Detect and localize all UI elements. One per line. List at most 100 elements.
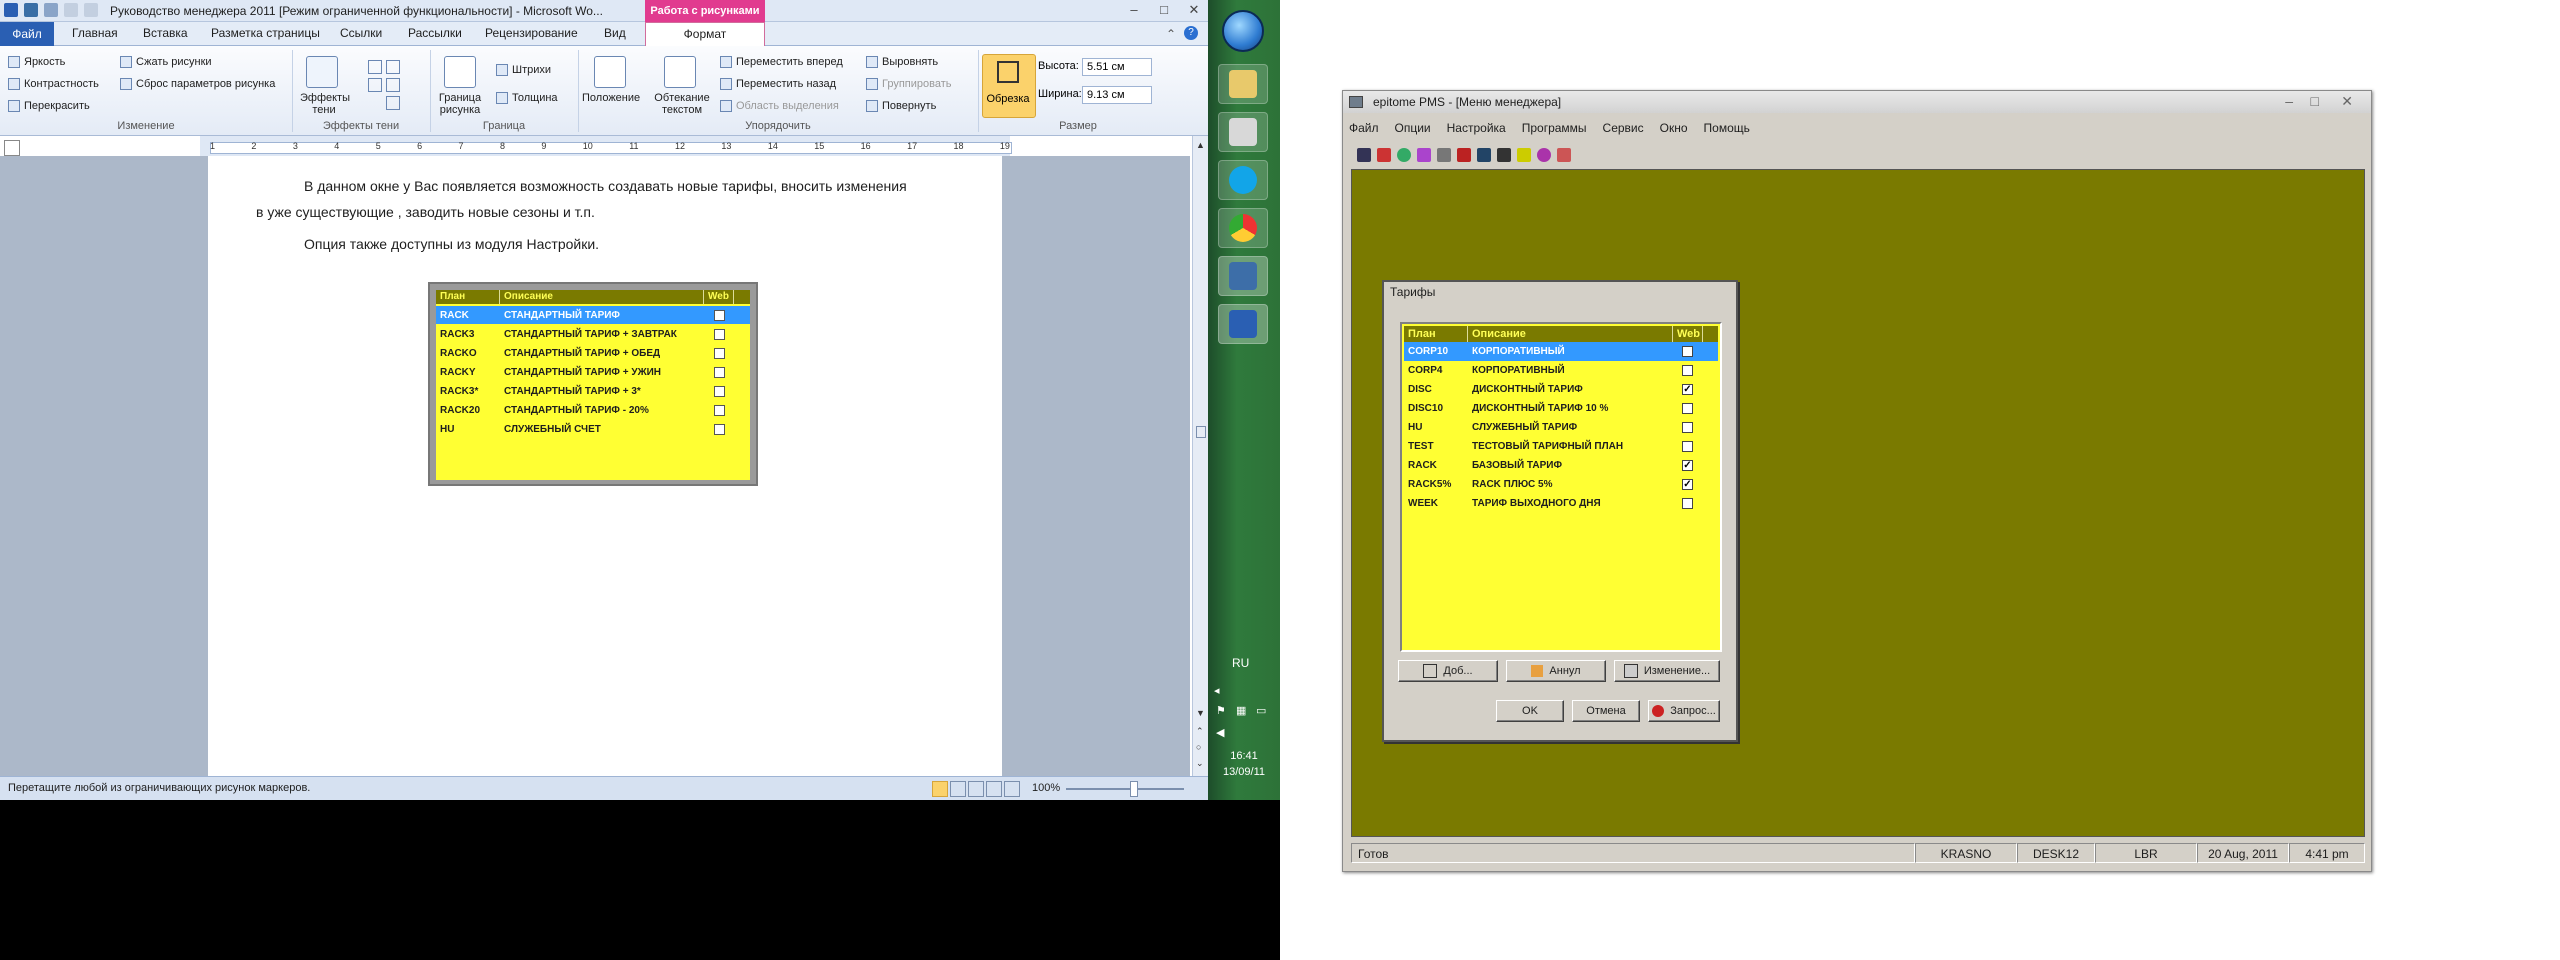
tab-format[interactable]: Формат [645, 22, 765, 46]
word-taskbar-button[interactable] [1218, 304, 1268, 344]
tab-selector[interactable] [4, 140, 20, 156]
volume-icon[interactable]: ◀ [1216, 726, 1224, 739]
text-wrap-icon[interactable] [664, 56, 696, 88]
web-checkbox[interactable] [1682, 365, 1693, 376]
web-checkbox[interactable] [1682, 498, 1693, 509]
header-description[interactable]: Описание [1468, 326, 1673, 342]
toolbar-cash-icon[interactable] [1437, 148, 1451, 162]
redo-icon[interactable] [64, 3, 78, 17]
save-icon[interactable] [24, 3, 38, 17]
tab-home[interactable]: Главная [72, 26, 118, 40]
pms-taskbar-button[interactable] [1218, 256, 1268, 296]
shadow-effects-button[interactable]: Эффекты тени [300, 92, 350, 116]
network-icon[interactable]: ▦ [1236, 704, 1246, 717]
pms-window-icon[interactable] [1349, 96, 1363, 108]
toolbar-guest-icon[interactable] [1397, 148, 1411, 162]
scroll-up-icon[interactable]: ▲ [1196, 140, 1205, 150]
zoom-slider-thumb[interactable] [1130, 781, 1138, 797]
rates-table-row[interactable]: CORP10 КОРПОРАТИВНЫЙ [1404, 342, 1718, 361]
annul-button[interactable]: Аннул [1506, 660, 1606, 682]
full-screen-reading-icon[interactable] [950, 781, 966, 797]
compress-pictures-button[interactable]: Сжать рисунки [120, 56, 212, 68]
tab-file[interactable]: Файл [0, 22, 54, 46]
picture-border-button[interactable]: Граница рисунка [436, 92, 484, 116]
nudge-right-icon[interactable] [368, 78, 382, 92]
menu-programs[interactable]: Программы [1522, 121, 1587, 141]
menu-settings[interactable]: Настройка [1447, 121, 1506, 141]
start-button[interactable] [1222, 10, 1264, 52]
reset-picture-button[interactable]: Сброс параметров рисунка [120, 78, 275, 90]
width-field[interactable]: 9.13 см [1082, 86, 1152, 104]
print-layout-icon[interactable] [932, 781, 948, 797]
toolbar-user-icon[interactable] [1497, 148, 1511, 162]
rates-table-row[interactable]: CORP4 КОРПОРАТИВНЫЙ [1404, 361, 1718, 380]
toolbar-moon-icon[interactable] [1537, 148, 1551, 162]
send-backward-button[interactable]: Переместить назад [720, 78, 836, 90]
change-button[interactable]: Изменение... [1614, 660, 1720, 682]
rates-table-row[interactable]: TEST ТЕСТОВЫЙ ТАРИФНЫЙ ПЛАН [1404, 437, 1718, 456]
tab-page-layout[interactable]: Разметка страницы [211, 26, 320, 40]
rates-table-row[interactable]: DISC ДИСКОНТНЫЙ ТАРИФ ✓ [1404, 380, 1718, 399]
text-wrap-button[interactable]: Обтекание текстом [654, 92, 710, 116]
web-checkbox[interactable] [1682, 346, 1693, 357]
tab-review[interactable]: Рецензирование [485, 26, 578, 40]
web-checkbox[interactable] [1682, 403, 1693, 414]
ok-button[interactable]: OK [1496, 700, 1564, 722]
recolor-button[interactable]: Перекрасить [8, 100, 90, 112]
web-checkbox[interactable]: ✓ [1682, 460, 1693, 471]
scroll-thumb[interactable] [1196, 426, 1206, 438]
nudge-left-icon[interactable] [386, 60, 400, 74]
zoom-level[interactable]: 100% [1032, 782, 1060, 794]
picture-border-icon[interactable] [444, 56, 476, 88]
action-center-icon[interactable]: ⚑ [1216, 704, 1226, 717]
rates-table[interactable]: План Описание Web CORP10 КОРПОРАТИВНЫЙ COR… [1400, 322, 1722, 652]
menu-options[interactable]: Опции [1395, 121, 1431, 141]
contrast-button[interactable]: Контрастность [8, 78, 99, 90]
toolbar-grid-icon[interactable] [1457, 148, 1471, 162]
tab-mailings[interactable]: Рассылки [408, 26, 462, 40]
position-button[interactable]: Положение [582, 92, 640, 104]
web-checkbox[interactable]: ✓ [1682, 384, 1693, 395]
rates-table-row[interactable]: DISC10 ДИСКОНТНЫЙ ТАРИФ 10 % [1404, 399, 1718, 418]
help-icon[interactable]: ? [1184, 26, 1198, 40]
scroll-down-icon[interactable]: ▼ [1196, 708, 1205, 718]
request-button[interactable]: Запрос... [1648, 700, 1720, 722]
web-layout-icon[interactable] [968, 781, 984, 797]
tab-view[interactable]: Вид [604, 26, 626, 40]
nudge-up-icon[interactable] [368, 60, 382, 74]
height-field[interactable]: 5.51 см [1082, 58, 1152, 76]
explorer-taskbar-button[interactable] [1218, 64, 1268, 104]
menu-help[interactable]: Помощь [1704, 121, 1750, 141]
close-icon[interactable]: ✕ [1186, 2, 1202, 18]
toolbar-login-icon[interactable] [1357, 148, 1371, 162]
ribbon-minimize-icon[interactable]: ⌃ [1166, 27, 1176, 41]
cancel-button[interactable]: Отмена [1572, 700, 1640, 722]
zoom-slider[interactable] [1066, 788, 1184, 790]
maximize-icon[interactable]: □ [1156, 2, 1172, 18]
toolbar-reservation-icon[interactable] [1377, 148, 1391, 162]
select-browse-object-icon[interactable]: ○ [1196, 742, 1201, 752]
rates-table-row[interactable]: WEEK ТАРИФ ВЫХОДНОГО ДНЯ [1404, 494, 1718, 513]
weight-button[interactable]: Толщина [496, 92, 558, 104]
clock-date[interactable]: 13/09/11 [1208, 766, 1280, 778]
add-button[interactable]: Доб... [1398, 660, 1498, 682]
rotate-button[interactable]: Повернуть [866, 100, 936, 112]
menu-file[interactable]: Файл [1349, 121, 1379, 141]
dashes-button[interactable]: Штрихи [496, 64, 551, 76]
pms-minimize-icon[interactable]: – [2285, 93, 2293, 109]
tools-taskbar-button[interactable] [1218, 112, 1268, 152]
crop-button[interactable]: Обрезка [982, 54, 1036, 118]
toolbar-help-icon[interactable] [1557, 148, 1571, 162]
rates-table-row[interactable]: HU СЛУЖЕБНЫЙ ТАРИФ [1404, 418, 1718, 437]
rates-table-row[interactable]: RACK5% RACK ПЛЮС 5% ✓ [1404, 475, 1718, 494]
language-indicator[interactable]: RU [1232, 656, 1249, 670]
pms-close-icon[interactable]: ✕ [2341, 93, 2353, 110]
group-button[interactable]: Группировать [866, 78, 952, 90]
web-checkbox[interactable]: ✓ [1682, 479, 1693, 490]
toolbar-group-icon[interactable] [1417, 148, 1431, 162]
customize-qat-icon[interactable] [84, 3, 98, 17]
shadow-effects-icon[interactable] [306, 56, 338, 88]
vertical-scrollbar[interactable]: ▲ ▼ ⌃ ○ ⌄ [1192, 136, 1208, 776]
menu-service[interactable]: Сервис [1603, 121, 1644, 141]
show-hidden-icons-icon[interactable]: ◂ [1214, 684, 1220, 697]
